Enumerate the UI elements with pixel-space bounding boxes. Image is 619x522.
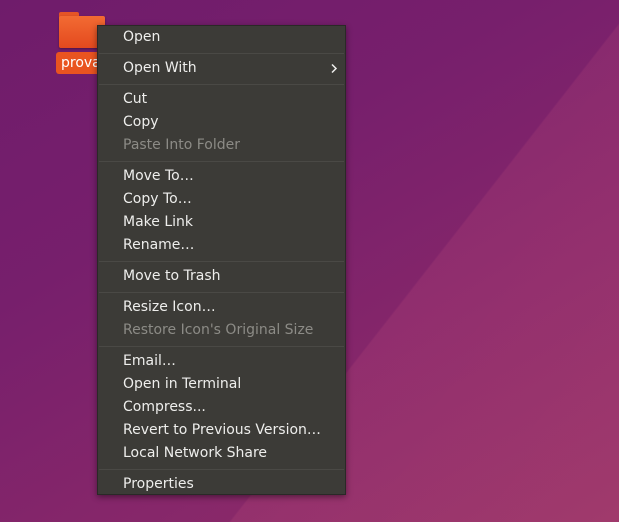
menu-separator — [99, 161, 344, 162]
menu-item-revert-to-previous-version[interactable]: Revert to Previous Version… — [98, 419, 345, 442]
menu-item-copy-to[interactable]: Copy To… — [98, 188, 345, 211]
menu-item-rename[interactable]: Rename… — [98, 234, 345, 257]
menu-item-local-network-share[interactable]: Local Network Share — [98, 442, 345, 465]
menu-separator — [99, 292, 344, 293]
menu-item-paste-into-folder: Paste Into Folder — [123, 137, 241, 153]
menu-item-copy[interactable]: Copy — [98, 111, 345, 134]
chevron-right-icon — [331, 63, 338, 74]
menu-item-restore-icon-size: Restore Icon's Original Size — [123, 322, 314, 338]
context-menu: Open Open With Cut Copy Paste Into Folde… — [97, 25, 346, 495]
menu-item-open-with-label: Open With — [123, 60, 197, 76]
menu-separator — [99, 261, 344, 262]
menu-separator — [99, 346, 344, 347]
menu-separator — [99, 469, 344, 470]
menu-item-move-to-trash[interactable]: Move to Trash — [98, 265, 345, 288]
menu-item-properties[interactable]: Properties — [98, 473, 345, 496]
menu-separator — [99, 53, 344, 54]
menu-item-cut[interactable]: Cut — [98, 88, 345, 111]
menu-item-email[interactable]: Email… — [98, 350, 345, 373]
menu-item-make-link[interactable]: Make Link — [98, 211, 345, 234]
menu-separator — [99, 84, 344, 85]
menu-item-open[interactable]: Open — [98, 26, 345, 49]
menu-item-open-with[interactable]: Open With — [98, 57, 345, 80]
menu-item-resize-icon[interactable]: Resize Icon… — [98, 296, 345, 319]
menu-item-open-in-terminal[interactable]: Open in Terminal — [98, 373, 345, 396]
menu-item-move-to[interactable]: Move To… — [98, 165, 345, 188]
menu-item-compress[interactable]: Compress... — [98, 396, 345, 419]
